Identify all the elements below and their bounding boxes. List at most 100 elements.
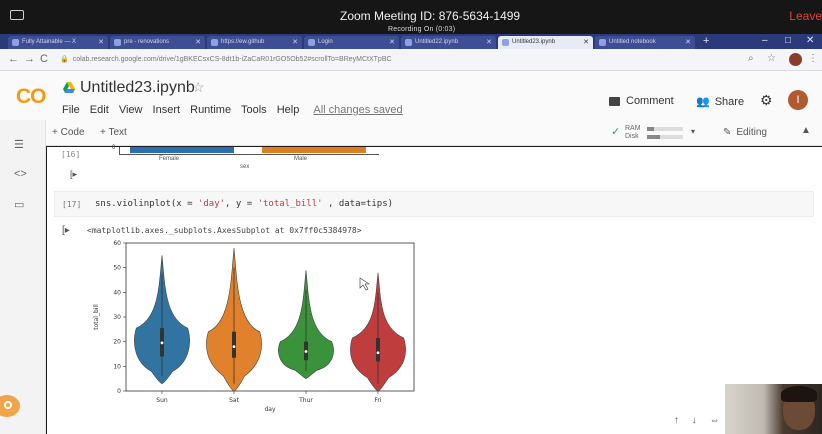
median-dot bbox=[304, 350, 308, 353]
x-tick-label: Female bbox=[159, 156, 180, 162]
menu-runtime[interactable]: Runtime bbox=[190, 104, 231, 116]
zoom-meeting-title: Zoom Meeting ID: 876-5634-1499 bbox=[340, 9, 521, 23]
y-axis-label: total_bill bbox=[93, 304, 100, 330]
move-up-icon[interactable]: ↑ bbox=[674, 415, 679, 426]
y-tick-label: 40 bbox=[113, 289, 121, 296]
new-tab-icon[interactable]: + bbox=[703, 35, 709, 47]
bar-male bbox=[262, 147, 366, 153]
median-dot bbox=[160, 341, 164, 345]
forward-icon[interactable]: → bbox=[24, 53, 35, 65]
video-camera-icon[interactable] bbox=[10, 10, 24, 20]
comment-button[interactable]: Comment bbox=[609, 95, 674, 107]
output-toggle-icon[interactable]: [▸ bbox=[70, 169, 77, 180]
star-icon[interactable]: ☆ bbox=[192, 79, 205, 96]
disk-usage-bar bbox=[647, 135, 683, 139]
webcam-thumbnail[interactable] bbox=[725, 384, 822, 434]
y-tick-label: 0 bbox=[112, 145, 116, 151]
violin-plot: 0 10 20 30 40 50 60 total_bill Sun Sat Thur Fri day bbox=[88, 237, 428, 427]
avatar[interactable]: I bbox=[788, 90, 808, 110]
notebook-toolbar: + Code + Text ✓ RAM Disk ▾ ✎ Editing ▲ bbox=[0, 120, 822, 146]
menu-edit[interactable]: Edit bbox=[90, 104, 109, 116]
bookmark-star-icon[interactable]: ☆ bbox=[767, 53, 776, 64]
minimize-icon[interactable]: – bbox=[762, 35, 768, 46]
menu-bar: File Edit View Insert Runtime Tools Help… bbox=[62, 104, 410, 116]
code-editor[interactable]: sns.violinplot(x = 'day', y = 'total_bil… bbox=[95, 199, 393, 209]
bar-female bbox=[130, 147, 234, 153]
menu-insert[interactable]: Insert bbox=[153, 104, 181, 116]
menu-tools[interactable]: Tools bbox=[241, 104, 267, 116]
close-tab-icon[interactable]: ✕ bbox=[292, 36, 298, 49]
output-toggle-icon[interactable]: [▸ bbox=[62, 225, 70, 236]
colab-logo[interactable]: CO bbox=[16, 85, 46, 109]
link-icon[interactable]: ⇔ bbox=[710, 415, 720, 426]
close-tab-icon[interactable]: ✕ bbox=[98, 36, 104, 49]
browser-tab[interactable]: pre - renovations ✕ bbox=[110, 36, 205, 49]
disk-usage-fill bbox=[647, 135, 660, 139]
browser-tab[interactable]: Untitled22.ipynb ✕ bbox=[401, 36, 496, 49]
resource-monitor[interactable]: ✓ RAM Disk bbox=[611, 124, 683, 142]
people-icon: 👥 bbox=[696, 96, 710, 108]
comment-icon bbox=[609, 96, 620, 106]
notebook-body: [16] [▸ 0 Female Male sex [17] sns.violi… bbox=[47, 145, 822, 434]
close-tab-icon[interactable]: ✕ bbox=[486, 36, 492, 49]
median-dot bbox=[232, 345, 236, 348]
previous-bar-plot: 0 bbox=[112, 145, 379, 155]
share-button[interactable]: 👥 Share bbox=[696, 95, 744, 108]
close-tab-icon[interactable]: ✕ bbox=[389, 36, 395, 49]
chevron-down-icon[interactable]: ▾ bbox=[691, 127, 695, 136]
code-snippets-icon[interactable]: <> bbox=[14, 168, 27, 180]
floating-action-icon[interactable] bbox=[0, 395, 20, 417]
close-tab-icon[interactable]: ✕ bbox=[583, 36, 589, 49]
browser-profile-avatar[interactable] bbox=[789, 53, 802, 66]
y-tick-label: 10 bbox=[113, 363, 121, 370]
x-tick-label: Sun bbox=[156, 397, 168, 404]
lock-icon: 🔒 bbox=[60, 56, 69, 63]
x-tick-label: Male bbox=[294, 156, 308, 162]
violin-plot-svg: 0 10 20 30 40 50 60 total_bill Sun Sat Thur Fri day bbox=[93, 240, 415, 413]
execution-count: [16] bbox=[61, 150, 81, 159]
browser-tab[interactable]: Untitled notebook ✕ bbox=[595, 36, 695, 49]
zoom-lens-icon[interactable]: ⌕ bbox=[748, 53, 754, 64]
x-axis-label: sex bbox=[240, 164, 250, 170]
add-text-button[interactable]: + Text bbox=[100, 127, 127, 138]
ram-usage-fill bbox=[647, 127, 655, 131]
y-tick-label: 60 bbox=[113, 240, 121, 247]
address-bar: ← → C 🔒 colab.research.google.com/drive/1… bbox=[0, 49, 822, 71]
menu-view[interactable]: View bbox=[119, 104, 143, 116]
maximize-icon[interactable]: □ bbox=[785, 35, 791, 46]
gear-icon[interactable]: ⚙ bbox=[760, 92, 773, 109]
collapse-header-icon[interactable]: ▲ bbox=[801, 125, 811, 136]
notebook-title[interactable]: Untitled23.ipynb bbox=[80, 79, 195, 97]
leave-button[interactable]: Leave bbox=[789, 9, 822, 23]
browser-tab[interactable]: Fully Attainable — X ✕ bbox=[8, 36, 108, 49]
editing-mode-button[interactable]: ✎ Editing bbox=[723, 127, 767, 138]
close-tab-icon[interactable]: ✕ bbox=[685, 36, 691, 49]
output-text: <matplotlib.axes._subplots.AxesSubplot a… bbox=[87, 226, 362, 235]
table-of-contents-icon[interactable]: ☰ bbox=[14, 138, 24, 151]
tab-favicon-icon bbox=[405, 39, 412, 46]
close-window-icon[interactable]: ✕ bbox=[806, 35, 814, 46]
move-down-icon[interactable]: ↓ bbox=[692, 415, 697, 426]
x-axis-label: day bbox=[264, 406, 275, 413]
ram-label: RAM bbox=[625, 125, 641, 132]
browser-menu-icon[interactable]: ⋮ bbox=[808, 53, 818, 64]
url-field[interactable]: 🔒 colab.research.google.com/drive/1gBKECs… bbox=[60, 53, 730, 67]
browser-tab-strip: Fully Attainable — X ✕ pre - renovations ✕… bbox=[0, 34, 822, 49]
save-status[interactable]: All changes saved bbox=[313, 104, 402, 116]
back-icon[interactable]: ← bbox=[8, 53, 19, 65]
x-tick-label: Sat bbox=[229, 397, 239, 404]
browser-tab-active[interactable]: Untitled23.ipynb ✕ bbox=[498, 36, 593, 49]
browser-tab[interactable]: https://ew.github ✕ bbox=[207, 36, 302, 49]
add-code-button[interactable]: + Code bbox=[52, 127, 85, 138]
files-icon[interactable]: ▭ bbox=[14, 198, 24, 211]
previous-output-cell: [16] [▸ 0 Female Male sex bbox=[54, 145, 814, 185]
menu-help[interactable]: Help bbox=[277, 104, 300, 116]
browser-tab[interactable]: Login ✕ bbox=[304, 36, 399, 49]
menu-file[interactable]: File bbox=[62, 104, 80, 116]
disk-label: Disk bbox=[625, 133, 639, 140]
tab-favicon-icon bbox=[502, 39, 509, 46]
code-cell[interactable]: [17] sns.violinplot(x = 'day', y = 'tota… bbox=[54, 191, 814, 217]
close-tab-icon[interactable]: ✕ bbox=[195, 36, 201, 49]
reload-icon[interactable]: C bbox=[40, 53, 48, 65]
left-sidebar: ☰ <> ▭ bbox=[0, 120, 46, 434]
